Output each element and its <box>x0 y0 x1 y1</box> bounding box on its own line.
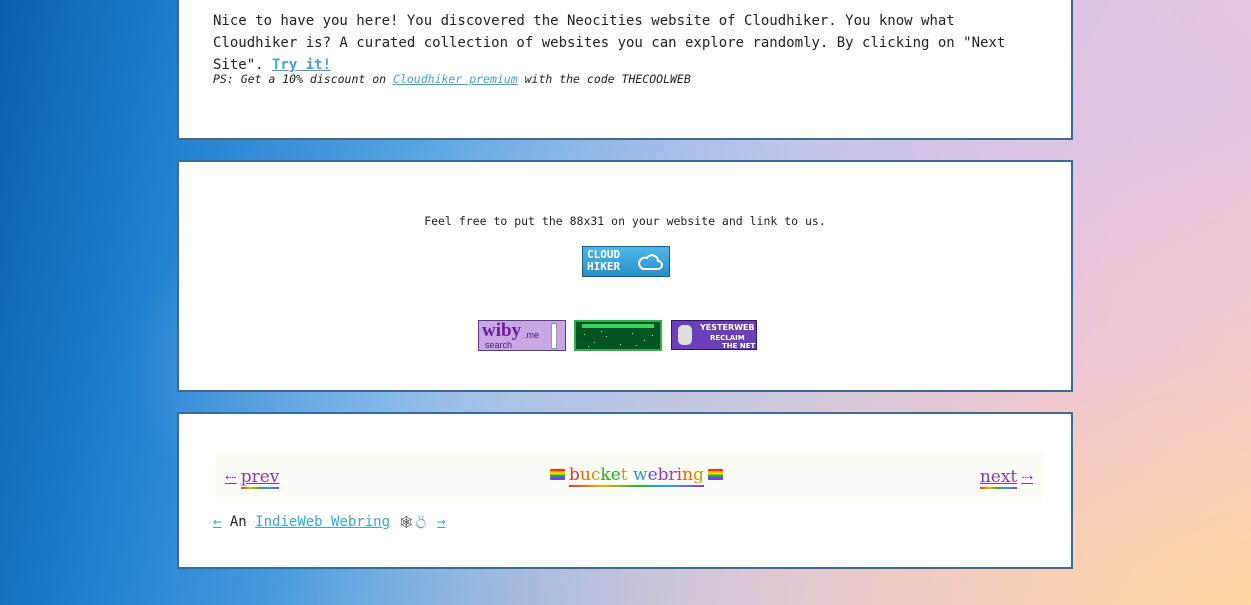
rainbow-flag-icon <box>550 469 565 480</box>
yesterweb-title: YESTERWEB <box>700 323 755 332</box>
webring-title-letter: k <box>600 465 611 485</box>
webring-title-letter: c <box>590 465 601 485</box>
indieweb-prefix: An <box>229 514 247 530</box>
web-ring-emoji-icon: 🕸💍 <box>398 515 429 529</box>
indieweb-webring-link[interactable]: IndieWeb Webring <box>255 514 390 530</box>
webring-title-letter: w <box>633 465 648 485</box>
webring-prev-link[interactable]: ⇠ prev <box>225 467 280 489</box>
next-arrow-icon: ⇢ <box>1021 470 1033 486</box>
intro-paragraph: Nice to have you here! You discovered th… <box>213 13 1006 73</box>
prev-label: prev <box>240 467 280 489</box>
webring-title-letter: b <box>569 465 580 485</box>
wiby-tld: .me <box>524 330 540 340</box>
share-text: Feel free to put the 88x31 on your websi… <box>424 214 826 228</box>
yesterweb-button[interactable]: YESTERWEB RECLAIM THE NET <box>671 320 757 350</box>
webring-panel: ⇠ prev bucket webring next ⇢ ← An IndieWeb… <box>177 412 1073 569</box>
starfield-button[interactable] <box>574 320 662 351</box>
ps-suffix: with the code THECOOLWEB <box>524 72 691 86</box>
indieweb-webring: ← An IndieWeb Webring 🕸💍 → <box>213 512 446 532</box>
wiby-logo-text: wiby <box>482 320 522 341</box>
stars-icon <box>584 331 653 347</box>
ghost-icon <box>678 325 692 345</box>
intro-text: Nice to have you here! You discovered th… <box>213 10 1033 76</box>
webring-title-letter: b <box>657 465 669 485</box>
cloud-icon <box>638 254 663 270</box>
webring-title-letter: u <box>579 465 591 485</box>
indieweb-next-link[interactable]: → <box>437 514 445 530</box>
try-it-link[interactable]: Try it! <box>272 57 331 73</box>
webring-title-letter: g <box>693 465 704 485</box>
webring-title-letter: t <box>620 465 628 485</box>
badge-text: CLOUD HIKER <box>587 249 620 273</box>
badges-panel: Feel free to put the 88x31 on your websi… <box>177 160 1073 392</box>
webring-title-text: bucket webring <box>569 465 704 487</box>
cloudhiker-premium-link[interactable]: Cloudhiker premium <box>393 72 518 86</box>
webring-title-letter: r <box>668 465 677 485</box>
prev-arrow-icon: ⇠ <box>225 470 237 486</box>
ps-prefix: PS: Get a 10% discount on <box>213 72 387 86</box>
next-label: next <box>979 467 1018 489</box>
yesterweb-line2: RECLAIM <box>710 334 745 342</box>
ps-note: PS: Get a 10% discount on Cloudhiker pre… <box>213 72 691 86</box>
webring-title[interactable]: bucket webring <box>546 465 727 487</box>
yesterweb-line3: THE NET <box>722 342 756 350</box>
lighthouse-icon <box>551 323 557 349</box>
indieweb-prev-link[interactable]: ← <box>213 514 221 530</box>
webring-title-letter: e <box>647 465 658 485</box>
wiby-button[interactable]: wiby .me search <box>478 320 566 351</box>
badge-line2: HIKER <box>587 260 621 273</box>
rainbow-flag-icon <box>707 469 723 480</box>
intro-panel: Nice to have you here! You discovered th… <box>177 0 1073 140</box>
webring-title-letter: n <box>682 465 694 485</box>
bucket-webring-bar: ⇠ prev bucket webring next ⇢ <box>215 452 1043 502</box>
webring-next-link[interactable]: next ⇢ <box>979 467 1033 489</box>
webring-title-letter: e <box>610 465 621 485</box>
cloudhiker-88x31-badge[interactable]: CLOUD HIKER <box>582 246 670 277</box>
wiby-search-label: search <box>485 340 513 350</box>
